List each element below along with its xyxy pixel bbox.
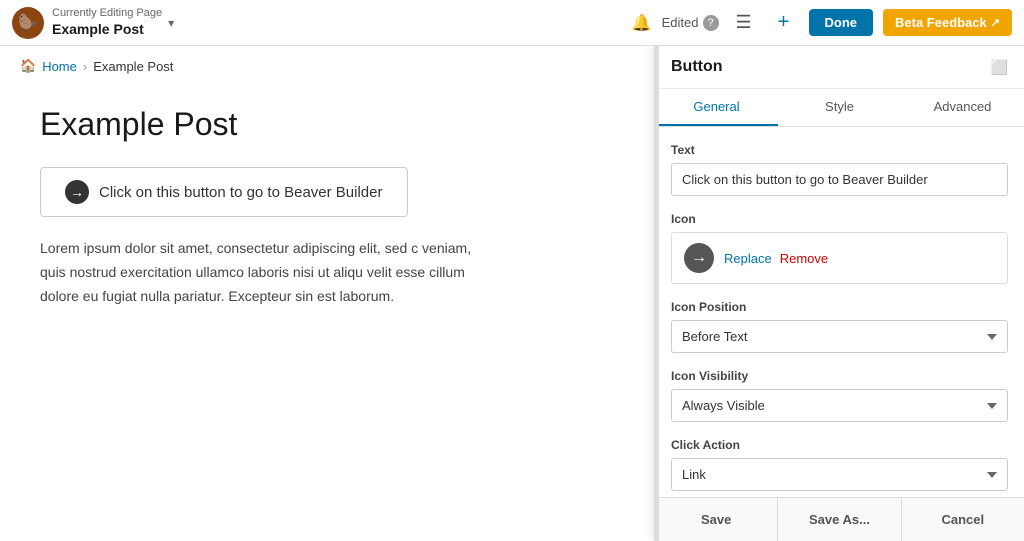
icon-actions: Replace Remove [724,251,828,266]
click-action-select[interactable]: Link Lightbox None [671,458,1008,491]
plus-icon[interactable]: + [769,8,799,38]
panel-footer: Save Save As... Cancel [655,497,1024,541]
topbar-left: 🦫 Currently Editing Page Example Post ▾ [12,7,632,39]
icon-preview: → [684,243,714,273]
panel: Button ⬜ General Style Advanced Text [654,46,1024,541]
replace-icon-link[interactable]: Replace [724,251,772,266]
icon-visibility-group: Icon Visibility Always Visible Hidden on… [671,369,1008,422]
topbar-page-title: Example Post [52,20,162,38]
button-block-label: Click on this button to go to Beaver Bui… [99,184,383,201]
tab-style[interactable]: Style [778,89,901,126]
icon-visibility-label: Icon Visibility [671,369,1008,383]
topbar-subtitle: Currently Editing Page [52,7,162,20]
panel-header: Button ⬜ [655,46,1024,89]
panel-drag-handle[interactable] [655,46,659,541]
help-icon[interactable]: ? [703,15,719,31]
icon-position-label: Icon Position [671,300,1008,314]
cancel-button[interactable]: Cancel [902,498,1024,541]
done-button[interactable]: Done [809,9,874,36]
tab-general[interactable]: General [655,89,778,126]
icon-visibility-select[interactable]: Always Visible Hidden on Mobile [671,389,1008,422]
chevron-down-icon[interactable]: ▾ [168,16,174,30]
topbar: 🦫 Currently Editing Page Example Post ▾ … [0,0,1024,46]
text-input[interactable] [671,163,1008,196]
breadcrumb-home-link[interactable]: Home [42,59,77,74]
icon-label: Icon [671,212,1008,226]
click-action-group: Click Action Link Lightbox None [671,438,1008,491]
beta-feedback-button[interactable]: Beta Feedback ↗ [883,9,1012,36]
click-action-label: Click Action [671,438,1008,452]
lorem-text: Lorem ipsum dolor sit amet, consectetur … [40,237,490,308]
panel-body: Text Icon → Replace Remove Icon Position [655,127,1024,497]
tab-advanced[interactable]: Advanced [901,89,1024,126]
home-icon: 🏠 [20,58,36,74]
text-label: Text [671,143,1008,157]
panel-tabs: General Style Advanced [655,89,1024,127]
remove-icon-link[interactable]: Remove [780,251,828,266]
icon-preview-box: → Replace Remove [671,232,1008,284]
page-area: 🏠 Home › Example Post Example Post → Cli… [0,46,1024,541]
icon-position-select[interactable]: Before Text After Text [671,320,1008,353]
external-link-icon: ↗ [991,16,1000,29]
icon-position-group: Icon Position Before Text After Text [671,300,1008,353]
text-field-group: Text [671,143,1008,196]
bell-icon[interactable]: 🔔 [632,13,652,33]
topbar-titles: Currently Editing Page Example Post [52,7,162,38]
avatar: 🦫 [12,7,44,39]
breadcrumb-current: Example Post [93,59,173,74]
panel-title: Button [671,58,723,76]
button-block[interactable]: → Click on this button to go to Beaver B… [40,167,408,217]
save-as-button[interactable]: Save As... [778,498,901,541]
button-arrow-icon: → [65,180,89,204]
edited-status: Edited ? [662,15,719,31]
panel-square-icon[interactable]: ⬜ [991,59,1008,76]
icon-field-group: Icon → Replace Remove [671,212,1008,284]
save-button[interactable]: Save [655,498,778,541]
topbar-right: 🔔 Edited ? ☰ + Done Beta Feedback ↗ [632,8,1012,38]
menu-icon[interactable]: ☰ [729,8,759,38]
breadcrumb-separator: › [83,59,87,74]
